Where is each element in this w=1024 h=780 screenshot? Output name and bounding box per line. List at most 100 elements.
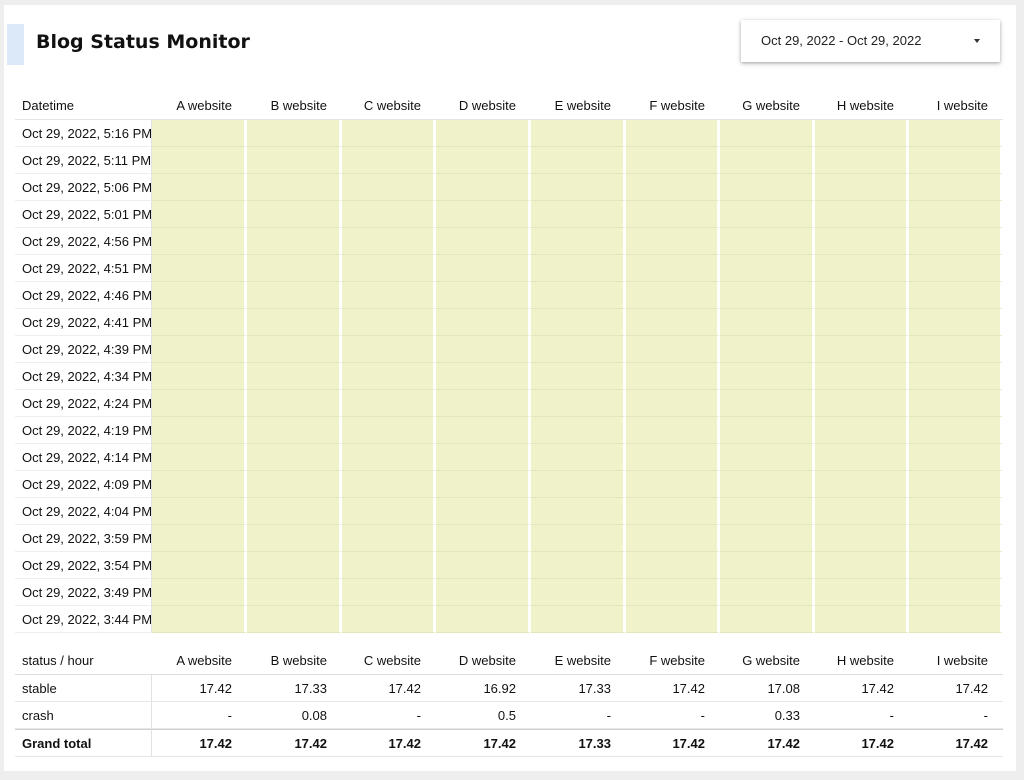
- status-cell: [342, 390, 436, 417]
- status-cell: [247, 309, 342, 336]
- grand-total-row: Grand total 17.42 17.42 17.42 17.42 17.33 17.4…: [15, 729, 1003, 757]
- status-cell: [626, 336, 720, 363]
- status-cell: [342, 471, 436, 498]
- status-cell: [247, 174, 342, 201]
- page-title: Blog Status Monitor: [36, 31, 250, 53]
- status-cell: [909, 471, 1003, 498]
- value-cell: 0.33: [720, 702, 815, 729]
- date-range-picker[interactable]: Oct 29, 2022 - Oct 29, 2022: [741, 20, 1000, 62]
- status-cell: [720, 201, 815, 228]
- table-row: Oct 29, 2022, 3:44 PM: [15, 606, 1003, 633]
- status-cell: [720, 525, 815, 552]
- status-cell: [342, 201, 436, 228]
- column-header-website[interactable]: E website: [531, 647, 626, 675]
- column-header-website[interactable]: B website: [247, 92, 342, 120]
- column-header-website[interactable]: F website: [626, 92, 720, 120]
- status-cell: [152, 255, 247, 282]
- status-cell: [436, 336, 531, 363]
- status-cell: [909, 228, 1003, 255]
- status-cell: [152, 579, 247, 606]
- column-header-website[interactable]: G website: [720, 647, 815, 675]
- status-cell: [909, 579, 1003, 606]
- status-cell: [909, 606, 1003, 633]
- status-cell: [531, 417, 626, 444]
- column-header-website[interactable]: B website: [247, 647, 342, 675]
- status-cell: [909, 174, 1003, 201]
- status-cell: [626, 147, 720, 174]
- grand-total-value: 17.33: [531, 729, 626, 757]
- datetime-cell: Oct 29, 2022, 4:56 PM: [15, 228, 152, 255]
- status-cell: [531, 201, 626, 228]
- status-cell: [531, 120, 626, 147]
- table-row: Oct 29, 2022, 4:56 PM: [15, 228, 1003, 255]
- status-cell: [815, 552, 909, 579]
- column-header-website[interactable]: G website: [720, 92, 815, 120]
- status-cell: [815, 444, 909, 471]
- status-cell: [720, 174, 815, 201]
- status-cell: [815, 336, 909, 363]
- value-cell: -: [815, 702, 909, 729]
- status-cell: [247, 390, 342, 417]
- value-cell: 17.33: [531, 675, 626, 702]
- grand-total-value: 17.42: [815, 729, 909, 757]
- status-cell: [720, 498, 815, 525]
- status-cell: [436, 390, 531, 417]
- column-header-website[interactable]: D website: [436, 647, 531, 675]
- value-cell: 17.33: [247, 675, 342, 702]
- column-header-datetime[interactable]: Datetime: [15, 92, 152, 120]
- status-cell: [436, 444, 531, 471]
- column-header-website[interactable]: C website: [342, 92, 436, 120]
- status-cell: [247, 471, 342, 498]
- value-cell: -: [909, 702, 1003, 729]
- column-header-website[interactable]: H website: [815, 92, 909, 120]
- status-cell: [342, 579, 436, 606]
- value-cell: 17.08: [720, 675, 815, 702]
- table-row: Oct 29, 2022, 5:11 PM: [15, 147, 1003, 174]
- column-header-website[interactable]: A website: [152, 92, 247, 120]
- datetime-cell: Oct 29, 2022, 4:51 PM: [15, 255, 152, 282]
- status-cell: [720, 120, 815, 147]
- status-cell: [531, 228, 626, 255]
- status-cell: [909, 444, 1003, 471]
- title-accent-bar: [7, 24, 24, 65]
- status-cell: [815, 390, 909, 417]
- status-cell: [909, 147, 1003, 174]
- status-cell: [720, 579, 815, 606]
- status-cell: [531, 471, 626, 498]
- date-range-label: Oct 29, 2022 - Oct 29, 2022: [761, 33, 922, 48]
- status-cell: [342, 525, 436, 552]
- column-header-website[interactable]: E website: [531, 92, 626, 120]
- datetime-cell: Oct 29, 2022, 3:54 PM: [15, 552, 152, 579]
- status-cell: [626, 606, 720, 633]
- status-cell: [342, 417, 436, 444]
- status-cell: [720, 228, 815, 255]
- column-header-website[interactable]: F website: [626, 647, 720, 675]
- value-cell: 17.42: [815, 675, 909, 702]
- column-header-website[interactable]: I website: [909, 647, 1003, 675]
- status-cell: [247, 606, 342, 633]
- column-header-website[interactable]: H website: [815, 647, 909, 675]
- status-cell: [720, 309, 815, 336]
- status-cell: [909, 498, 1003, 525]
- column-header-website[interactable]: C website: [342, 647, 436, 675]
- status-cell: [152, 525, 247, 552]
- status-cell: [720, 336, 815, 363]
- status-cell: [436, 282, 531, 309]
- status-cell: [815, 147, 909, 174]
- column-header-website[interactable]: D website: [436, 92, 531, 120]
- status-cell: [531, 390, 626, 417]
- status-cell: [342, 282, 436, 309]
- column-header-status-hour[interactable]: status / hour: [15, 647, 152, 675]
- table-row: Oct 29, 2022, 5:16 PM: [15, 120, 1003, 147]
- status-cell: [909, 336, 1003, 363]
- status-cell: [436, 255, 531, 282]
- status-cell: [720, 417, 815, 444]
- column-header-website[interactable]: A website: [152, 647, 247, 675]
- summary-row: crash -0.08-0.5- -0.33- -: [15, 702, 1003, 729]
- table-row: Oct 29, 2022, 4:19 PM: [15, 417, 1003, 444]
- status-cell: [247, 228, 342, 255]
- status-cell: [247, 525, 342, 552]
- column-header-website[interactable]: I website: [909, 92, 1003, 120]
- summary-row: stable 17.42 17.33 17.42 16.92 17.33 17.42 17.0…: [15, 675, 1003, 702]
- status-cell: [436, 498, 531, 525]
